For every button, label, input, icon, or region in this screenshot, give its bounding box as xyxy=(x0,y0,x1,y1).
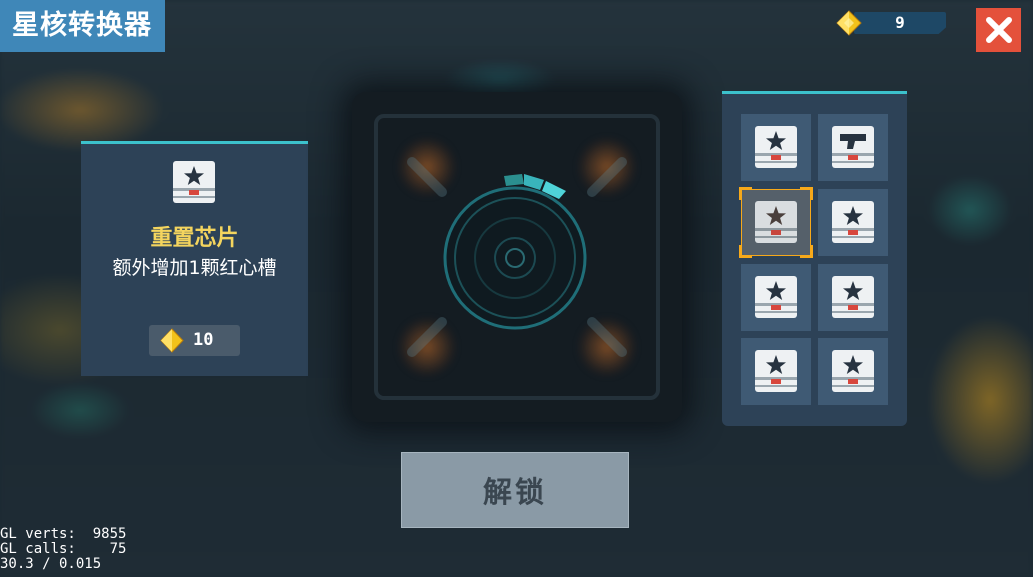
page-title: 星核转换器 xyxy=(0,0,165,52)
item-info-panel: 重置芯片 额外增加1颗红心槽 10 xyxy=(81,141,308,376)
chip-slot[interactable] xyxy=(818,264,888,331)
unlock-button[interactable]: 解锁 xyxy=(401,452,629,528)
cost-value: 10 xyxy=(193,330,214,350)
currency-amount: 9 xyxy=(895,13,905,32)
item-name: 重置芯片 xyxy=(150,226,239,251)
debug-stats: GL verts: 9855 GL calls: 75 30.3 / 0.015 xyxy=(0,527,126,572)
chip-slot[interactable] xyxy=(741,114,811,181)
debug-line: 30.3 / 0.015 xyxy=(0,556,102,572)
cost-badge: 10 xyxy=(149,325,240,356)
currency-display: 9 xyxy=(836,10,948,36)
chip-slot[interactable] xyxy=(818,338,888,405)
chip-slot[interactable] xyxy=(818,114,888,181)
yellow-gem-icon xyxy=(160,328,184,353)
chip-slot[interactable] xyxy=(741,338,811,405)
chip-slot[interactable] xyxy=(818,189,888,256)
close-button[interactable] xyxy=(976,8,1021,52)
debug-line: GL calls: 75 xyxy=(0,541,127,557)
star-chip-icon xyxy=(832,201,874,243)
star-chip-icon xyxy=(832,350,874,392)
star-chip-icon xyxy=(755,126,797,168)
star-chip-icon xyxy=(755,276,797,318)
item-description: 额外增加1颗红心槽 xyxy=(112,257,277,279)
yellow-gem-icon xyxy=(836,10,862,36)
debug-line: GL verts: 9855 xyxy=(0,526,127,542)
gun-chip-icon xyxy=(832,126,874,168)
star-chip-icon xyxy=(755,201,797,243)
star-chip-icon xyxy=(173,161,215,203)
chip-slot[interactable] xyxy=(741,264,811,331)
close-x-icon xyxy=(985,17,1012,43)
star-chip-icon xyxy=(755,350,797,392)
chip-slot-panel xyxy=(722,91,907,426)
machine-core-ring xyxy=(407,157,627,357)
chip-slot-selected[interactable] xyxy=(739,187,813,258)
star-core-machine xyxy=(352,92,682,422)
star-chip-icon xyxy=(832,276,874,318)
